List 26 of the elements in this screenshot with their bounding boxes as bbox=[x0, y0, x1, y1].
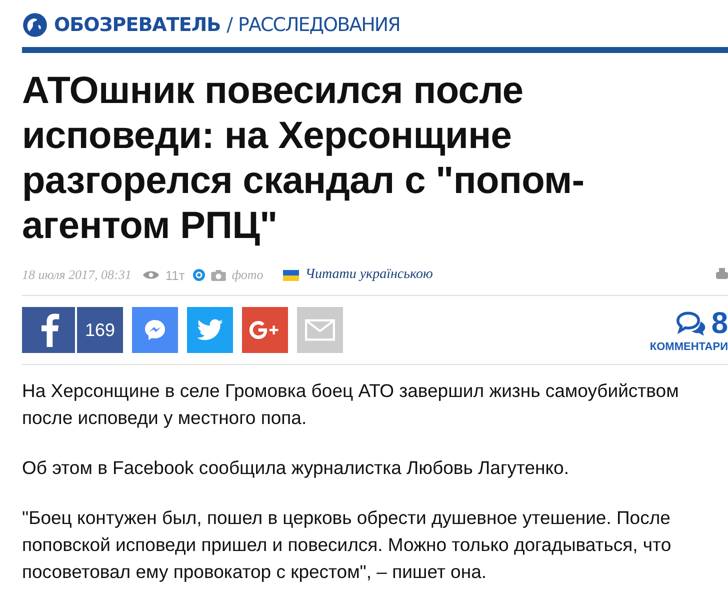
flag-icon bbox=[283, 270, 300, 280]
article-paragraph: "Боец контужен был, пошел в церковь обрести душевное утешение. После поповской исповеди пришел и повесился. Можно только догадываться, что посоветовал ему провокатор с крестом", – пишет она. bbox=[22, 506, 672, 584]
site-name[interactable]: ОБОЗРЕВАТЕЛЬ bbox=[54, 14, 221, 36]
envelope-icon bbox=[305, 319, 335, 341]
article-paragraph: На Херсонщине в селе Громовка боец АТО завершил жизнь самоубийством после исповеди у местного попа. bbox=[22, 379, 680, 430]
globe-logo-icon bbox=[22, 12, 48, 38]
article-title: АТОшник повесился после исповеди: на Херсонщине разгорелся скандал с "попом-агентом РПЦ" bbox=[22, 69, 586, 249]
publish-date: 18 июля 2017, 08:31 bbox=[22, 267, 132, 283]
bird-icon bbox=[197, 318, 223, 342]
breadcrumb-separator: / bbox=[226, 14, 232, 36]
article-paragraph: Об этом в Facebook сообщила журналистка Любовь Лагутенко. bbox=[22, 456, 570, 480]
photo-label: фото bbox=[232, 267, 264, 283]
translate-link[interactable]: Читати українською bbox=[305, 267, 433, 283]
messenger-icon bbox=[142, 318, 168, 342]
facebook-icon bbox=[40, 313, 60, 347]
share-count: 169 bbox=[75, 307, 123, 353]
messenger-share-button[interactable] bbox=[132, 307, 178, 353]
camera-icon bbox=[210, 270, 226, 280]
comments-label[interactable]: КОММЕНТАРИ bbox=[650, 341, 728, 353]
twitter-share-button[interactable] bbox=[187, 307, 233, 353]
facebook-share-button[interactable]: 169 bbox=[22, 307, 123, 353]
view-count: 11т bbox=[165, 268, 185, 282]
comment-count[interactable]: 8 bbox=[711, 307, 728, 341]
section-name[interactable]: РАССЛЕДОВАНИЯ bbox=[238, 14, 400, 36]
google-plus-share-button[interactable] bbox=[242, 307, 288, 353]
eye-icon bbox=[143, 270, 160, 280]
